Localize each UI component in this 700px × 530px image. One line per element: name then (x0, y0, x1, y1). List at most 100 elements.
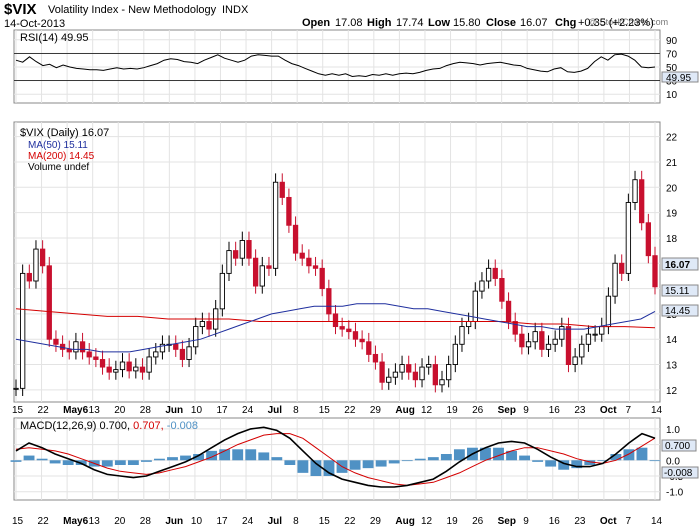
macd-signal-value: 0.707, (133, 420, 164, 432)
candle-up (479, 280, 485, 292)
macd-histogram-bar (636, 447, 648, 461)
candle-down (499, 278, 505, 302)
candle-up (485, 267, 492, 282)
candle-down (93, 356, 99, 360)
macd-histogram-bar (101, 460, 113, 467)
candle-down (139, 366, 146, 373)
x-axis-label-bottom: Jul (268, 516, 283, 527)
macd-histogram-bar (414, 458, 426, 461)
macd-label: MACD(12,26,9) 0.700, 0.707, -0.008 (20, 420, 198, 432)
x-axis-label-top: 28 (140, 405, 152, 416)
close-value: 16.07 (520, 17, 548, 29)
macd-histogram-bar (232, 449, 244, 461)
price-y-tick: 22 (666, 133, 678, 144)
low-value: 15.80 (453, 17, 481, 29)
macd-y-tick: 0.0 (666, 456, 680, 467)
candle-down (179, 348, 186, 360)
macd-histogram-bar (375, 460, 387, 467)
x-axis-label-bottom: 19 (447, 516, 459, 527)
macd-histogram-bar (62, 460, 74, 465)
rsi-y-tick: 10 (666, 90, 678, 101)
macd-histogram-bar (36, 458, 48, 461)
candle-down (412, 371, 419, 381)
candle-down (639, 179, 645, 224)
candle-down (26, 272, 32, 282)
ma50-badge: 15.11 (665, 286, 690, 297)
candle-down (492, 267, 498, 279)
candle-up (386, 376, 392, 383)
candle-down (406, 364, 412, 373)
x-axis-label-top: May6 (63, 405, 88, 416)
candle-up (153, 351, 159, 358)
macd-badge: 0.700 (665, 441, 690, 452)
candle-down (306, 257, 312, 267)
x-axis-label-bottom: Sep (498, 516, 516, 527)
candle-up (113, 369, 119, 373)
candle-down (332, 313, 339, 328)
price-y-tick: 14 (666, 335, 678, 346)
candle-down (346, 328, 352, 333)
candle-up (239, 240, 245, 259)
x-axis-label-top: Jun (165, 405, 183, 416)
chg-value: +0.35 (+2.23%) (578, 17, 654, 29)
candle-up (20, 272, 26, 389)
rsi-value-badge: 49.95 (666, 73, 691, 84)
candle-up (632, 179, 638, 203)
close-label: Close (486, 17, 516, 29)
candle-down (339, 326, 345, 330)
candle-down (326, 288, 332, 315)
candle-up (452, 343, 458, 366)
candle-down (79, 341, 86, 353)
x-axis-label-bottom: 22 (38, 516, 50, 527)
price-y-tick: 18 (666, 234, 678, 245)
x-axis-label-bottom: 20 (114, 516, 126, 527)
hist-badge: -0.008 (664, 468, 693, 479)
candle-down (246, 240, 252, 259)
x-axis-label-bottom: 16 (549, 516, 561, 527)
price-y-tick: 13 (666, 361, 678, 372)
x-axis-label-top: 20 (114, 405, 126, 416)
candle-down (619, 262, 625, 274)
x-axis-label-top: 26 (472, 405, 484, 416)
candle-up (226, 250, 232, 274)
candle-down (366, 341, 372, 355)
candle-down (46, 265, 52, 340)
x-axis-label-bottom: 22 (344, 516, 356, 527)
candle-down (372, 353, 379, 363)
macd-value: 0.700, (99, 420, 130, 432)
candle-up (73, 341, 79, 353)
macd-histogram-bar (154, 458, 165, 461)
candle-up (605, 295, 612, 328)
x-axis-label-bottom: 15 (12, 516, 24, 527)
candle-down (652, 255, 658, 288)
candle-down (173, 343, 179, 350)
x-axis-label-top: 9 (523, 405, 529, 416)
candle-up (625, 202, 632, 274)
x-axis-label-top: Jul (268, 405, 283, 416)
macd-histogram-bar (297, 460, 309, 473)
x-axis-label-top: Sep (498, 405, 516, 416)
ma200-badge: 14.45 (665, 306, 690, 317)
x-axis-label-bottom: 29 (370, 516, 382, 527)
macd-histogram-bar (545, 460, 557, 467)
price-panel-frame (13, 121, 661, 403)
candle-down (645, 222, 651, 257)
macd-histogram-bar (10, 460, 22, 462)
candle-up (272, 181, 279, 269)
candle-down (53, 338, 59, 345)
candle-up (33, 248, 39, 282)
x-axis-label-bottom: Aug (395, 516, 414, 527)
price-y-tick: 12 (666, 386, 678, 397)
x-axis-label-top: 7 (625, 405, 631, 416)
candle-down (279, 181, 285, 198)
macd-histogram-bar (127, 460, 139, 465)
macd-histogram-bar (532, 460, 544, 462)
x-axis-label-bottom: 7 (625, 516, 631, 527)
candle-down (539, 331, 545, 350)
candle-down (505, 300, 512, 322)
price-y-tick: 19 (666, 209, 678, 220)
macd-y-tick: 1.0 (666, 425, 680, 436)
candle-up (459, 326, 465, 345)
rsi-label: RSI(14) 49.95 (20, 32, 88, 44)
macd-histogram-bar (114, 460, 126, 465)
